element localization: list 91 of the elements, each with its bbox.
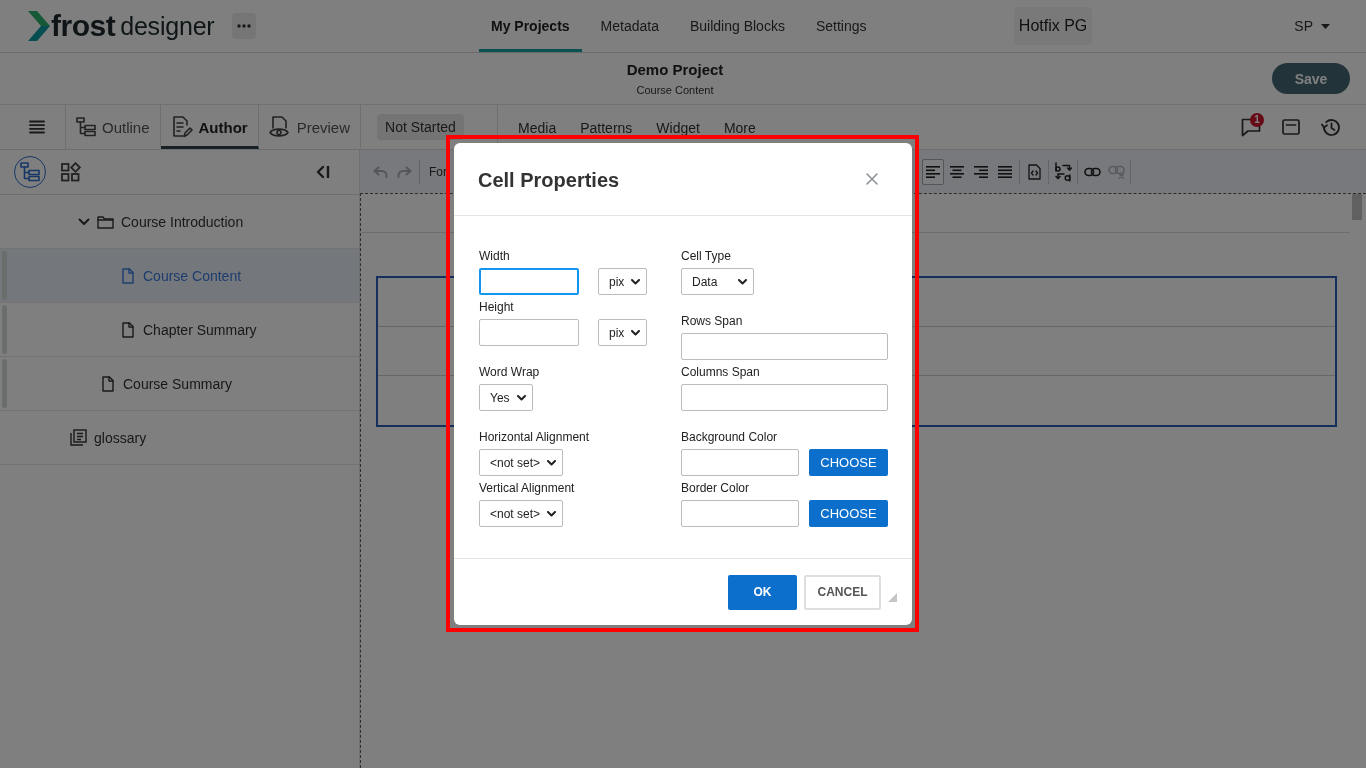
logo-chevron-icon: [28, 11, 50, 41]
chevron-down-icon: [547, 459, 557, 466]
workspace-button[interactable]: Hotfix PG: [1013, 7, 1093, 45]
field-label: Vertical Alignment: [479, 481, 576, 495]
mode-tab[interactable]: Preview: [258, 105, 362, 149]
tree-structure-icon: [20, 162, 40, 182]
scrollbar-thumb[interactable]: [1352, 194, 1362, 220]
document-eye-icon: [268, 116, 291, 138]
field-label: Width: [479, 249, 511, 263]
chevron-down-icon: [547, 510, 557, 517]
choose-button[interactable]: CHOOSE: [809, 449, 888, 476]
project-title: Demo Project: [626, 60, 724, 79]
logo-text: designer: [120, 13, 215, 39]
nav-tab[interactable]: Metadata: [588, 16, 671, 36]
shapes-grid-icon: [61, 162, 82, 182]
tree-item[interactable]: Course Introduction: [97, 211, 244, 232]
tree-item[interactable]: Course Content: [122, 265, 242, 286]
documents-icon: [70, 429, 87, 446]
file-icon: [102, 375, 114, 392]
notification-badge: 1: [1250, 112, 1264, 127]
align-center-icon: [950, 165, 964, 178]
chevron-down-icon[interactable]: [78, 217, 90, 226]
user-menu-button[interactable]: SP: [1294, 18, 1330, 34]
field-label: Border Color: [681, 481, 751, 495]
tree-structure-icon: [76, 117, 96, 137]
chevron-bar-icon[interactable]: [316, 164, 330, 180]
link-icon: [1083, 166, 1101, 177]
field-label: Height: [479, 300, 515, 314]
logo-text: frost: [51, 11, 116, 41]
dropdown[interactable]: <not set>: [479, 449, 564, 476]
cancel-button[interactable]: CANCEL: [804, 574, 881, 610]
input-field[interactable]: [681, 449, 799, 476]
mode-tab[interactable]: Outline: [66, 105, 161, 149]
ok-button[interactable]: OK: [728, 574, 797, 610]
save-button[interactable]: Save: [1272, 63, 1350, 94]
source-code-icon: [1027, 163, 1041, 180]
unlink-icon: [1107, 164, 1125, 179]
input-field[interactable]: [479, 268, 579, 295]
insert-menu-item[interactable]: More: [723, 120, 756, 136]
page-subtitle: Course Content: [636, 82, 714, 97]
chevron-down-icon: [516, 394, 526, 401]
ellipsis-icon: [237, 24, 252, 28]
menu-icon[interactable]: [29, 120, 45, 134]
view-toggle-button[interactable]: [61, 162, 82, 182]
caret-icon: [1321, 23, 1330, 29]
file-icon: [122, 267, 134, 284]
dropdown[interactable]: pix: [598, 268, 648, 295]
insert-menu-item[interactable]: Widget: [656, 120, 700, 136]
field-label: Word Wrap: [479, 365, 541, 379]
tree-item[interactable]: Course Summary: [102, 373, 232, 394]
field-label: Background Color: [681, 430, 779, 444]
input-field[interactable]: [681, 500, 799, 527]
folder-icon: [97, 214, 114, 229]
dropdown[interactable]: pix: [598, 319, 648, 346]
close-icon[interactable]: [866, 173, 878, 185]
panel-icon[interactable]: [1282, 119, 1300, 135]
choose-button[interactable]: CHOOSE: [809, 500, 888, 527]
field-label: Rows Span: [681, 314, 744, 328]
align-justify-icon: [998, 165, 1012, 178]
chevron-down-icon: [631, 278, 641, 285]
dropdown[interactable]: Yes: [479, 384, 533, 411]
chevron-down-icon: [738, 278, 747, 285]
dropdown[interactable]: <not set>: [479, 500, 564, 527]
resize-grip-icon[interactable]: [888, 592, 897, 602]
align-left-button[interactable]: [922, 158, 944, 185]
nav-tab[interactable]: Building Blocks: [677, 16, 797, 36]
field-label: Cell Type: [681, 249, 732, 263]
tree-item[interactable]: Chapter Summary: [122, 319, 257, 340]
document-pencil-icon: [170, 116, 193, 138]
dialog-title: Cell Properties: [478, 167, 621, 192]
status-badge: Not Started: [377, 114, 464, 140]
nav-tab[interactable]: My Projects: [479, 16, 582, 36]
input-field[interactable]: [479, 319, 579, 346]
file-icon: [122, 321, 134, 338]
field-label: Columns Span: [681, 365, 761, 379]
history-icon[interactable]: [1321, 117, 1341, 137]
nav-tab[interactable]: Settings: [803, 16, 879, 36]
more-button[interactable]: [232, 13, 257, 39]
field-label: Horizontal Alignment: [479, 430, 591, 444]
tree-item[interactable]: glossary: [70, 427, 147, 448]
input-field[interactable]: [681, 333, 888, 360]
input-field[interactable]: [681, 384, 888, 411]
insert-menu-item[interactable]: Patterns: [580, 120, 633, 136]
insert-menu-item[interactable]: Media: [518, 120, 557, 136]
dropdown[interactable]: Data: [681, 268, 754, 295]
comment-icon[interactable]: [1241, 117, 1261, 137]
format-dropdown[interactable]: For: [429, 164, 447, 179]
align-right-icon: [974, 165, 988, 178]
align-left-icon: [926, 165, 940, 178]
chevron-down-icon: [631, 329, 641, 336]
text-replace-icon: [1053, 161, 1073, 182]
